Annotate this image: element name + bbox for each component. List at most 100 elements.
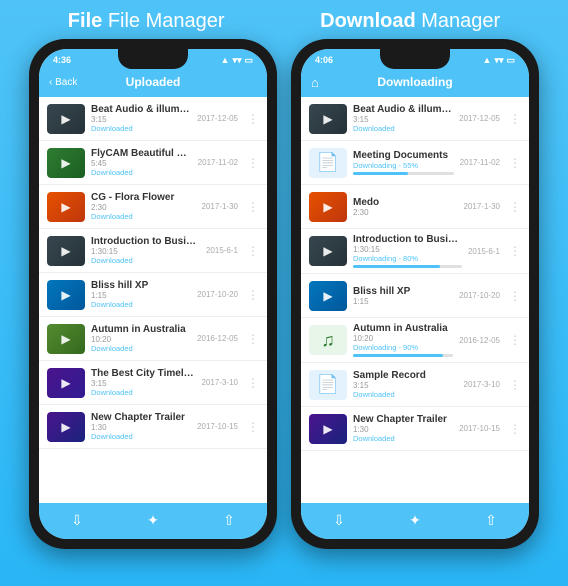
list-item[interactable]: 📄 Sample Record 3:15 Downloaded 2017-3-1…: [301, 363, 529, 407]
file-duration: 2:30: [91, 203, 196, 212]
file-meta-right: 2017-3-10: [202, 378, 238, 387]
dots-menu[interactable]: ⋮: [247, 112, 259, 126]
file-duration: 1:15: [353, 297, 453, 306]
wifi-icon-left: ▾▾: [232, 55, 241, 66]
list-item[interactable]: ▶ FlyCAM Beautiful Lake 5:45 Downloaded …: [39, 141, 267, 185]
list-item[interactable]: ▶ New Chapter Trailer 1:30 Downloaded 20…: [301, 407, 529, 451]
thumb-trailer-right: ▶: [309, 414, 347, 444]
file-duration: 1:30:15: [353, 245, 462, 254]
dots-menu[interactable]: ⋮: [247, 288, 259, 302]
file-duration: 3:15: [353, 115, 453, 124]
dots-menu[interactable]: ⋮: [509, 112, 521, 126]
list-item[interactable]: 📄 Meeting Documents Downloading - 55% 20…: [301, 141, 529, 185]
file-meta-right: 2017-11-02: [460, 158, 500, 167]
file-info: CG - Flora Flower 2:30 Downloaded: [91, 192, 196, 221]
list-item[interactable]: ▶ Introduction to Business 101 1:30:15 D…: [39, 229, 267, 273]
list-item[interactable]: ♫ Autumn in Australia 10:20 Downloading …: [301, 318, 529, 363]
list-item[interactable]: ▶ New Chapter Trailer 1:30 Downloaded 20…: [39, 405, 267, 449]
file-list-right: ▶ Beat Audio & illumination 3:15 Downloa…: [301, 97, 529, 503]
list-item[interactable]: ▶ Autumn in Australia 10:20 Downloaded 2…: [39, 317, 267, 361]
header-row: File File Manager Download Manager: [0, 0, 568, 39]
file-name: Introduction to Business 101: [91, 236, 200, 247]
thumb-beat-right: ▶: [309, 104, 347, 134]
tab-upload-icon[interactable]: ⇧: [223, 512, 235, 529]
play-icon: ▶: [323, 289, 332, 303]
list-item[interactable]: ▶ Introduction to Business 101 1:30:15 D…: [301, 229, 529, 274]
file-meta-right: 2017-10-15: [459, 424, 500, 433]
file-meta-right: 2017-1-30: [202, 202, 238, 211]
file-list-left: ▶ Beat Audio & illumination 3:15 Downloa…: [39, 97, 267, 503]
play-icon: ▶: [61, 376, 70, 390]
signal-icon-right: ▲: [483, 55, 492, 65]
file-meta-right: 2016-12-05: [197, 334, 238, 343]
list-item[interactable]: ▶ Medo 2:30 2017-1-30 ⋮: [301, 185, 529, 229]
file-info: FlyCAM Beautiful Lake 5:45 Downloaded: [91, 148, 192, 177]
tab-share-icon-right[interactable]: ✦: [409, 512, 421, 529]
file-status: Downloaded: [353, 434, 453, 443]
file-duration: 10:20: [91, 335, 191, 344]
file-duration: 2:30: [353, 208, 458, 217]
time-left: 4:36: [53, 55, 71, 65]
tab-download-icon[interactable]: ⇩: [71, 512, 83, 529]
progress-bar-biz: [353, 265, 462, 268]
file-duration: 5:45: [91, 159, 192, 168]
file-info: Medo 2:30: [353, 197, 458, 217]
dots-menu[interactable]: ⋮: [509, 422, 521, 436]
time-right: 4:06: [315, 55, 333, 65]
music-icon: ♫: [321, 330, 335, 351]
tab-download-icon-right[interactable]: ⇩: [333, 512, 345, 529]
dots-menu[interactable]: ⋮: [509, 156, 521, 170]
list-item[interactable]: ▶ Beat Audio & illumination 3:15 Downloa…: [301, 97, 529, 141]
dots-menu[interactable]: ⋮: [247, 332, 259, 346]
list-item[interactable]: ▶ The Best City Timelapse 3:15 Downloade…: [39, 361, 267, 405]
file-name: FlyCAM Beautiful Lake: [91, 148, 192, 159]
file-info: Bliss hill XP 1:15 Downloaded: [91, 280, 191, 309]
file-name: CG - Flora Flower: [91, 192, 196, 203]
file-status-downloading: Downloading - 80%: [353, 254, 462, 263]
list-item[interactable]: ▶ CG - Flora Flower 2:30 Downloaded 2017…: [39, 185, 267, 229]
signal-icon-left: ▲: [221, 55, 230, 65]
file-status: Downloaded: [91, 212, 196, 221]
list-item[interactable]: ▶ Bliss hill XP 1:15 2017-10-20 ⋮: [301, 274, 529, 318]
phone-screen-left: 4:36 ▲ ▾▾ ▭ ‹ Back Uploaded ▶ Beat Audio…: [39, 49, 267, 539]
progress-bar-autumn: [353, 354, 453, 357]
file-info: Bliss hill XP 1:15: [353, 286, 453, 306]
play-icon: ▶: [323, 200, 332, 214]
dots-menu[interactable]: ⋮: [247, 200, 259, 214]
nav-bar-right: ⌂ Downloading: [301, 69, 529, 97]
file-date: 2017-3-10: [202, 378, 238, 387]
home-button[interactable]: ⌂: [311, 75, 319, 90]
file-date: 2017-1-30: [464, 202, 500, 211]
dots-menu[interactable]: ⋮: [509, 289, 521, 303]
tab-share-icon[interactable]: ✦: [147, 512, 159, 529]
play-icon: ▶: [323, 112, 332, 126]
dots-menu[interactable]: ⋮: [509, 333, 521, 347]
file-name: New Chapter Trailer: [353, 414, 453, 425]
file-meta-right: 2015-6-1: [206, 246, 238, 255]
list-item[interactable]: ▶ Beat Audio & illumination 3:15 Downloa…: [39, 97, 267, 141]
thumb-city: ▶: [47, 368, 85, 398]
dots-menu[interactable]: ⋮: [509, 378, 521, 392]
play-icon: ▶: [61, 156, 70, 170]
file-meta-right: 2017-1-30: [464, 202, 500, 211]
play-icon: ▶: [61, 200, 70, 214]
thumb-beat-left: ▶: [47, 104, 85, 134]
dots-menu[interactable]: ⋮: [247, 420, 259, 434]
file-duration: 1:15: [91, 291, 191, 300]
file-date: 2015-6-1: [468, 247, 500, 256]
dots-menu[interactable]: ⋮: [247, 156, 259, 170]
back-button[interactable]: ‹ Back: [49, 77, 77, 88]
tab-upload-icon-right[interactable]: ⇧: [485, 512, 497, 529]
nav-bar-left: ‹ Back Uploaded: [39, 69, 267, 97]
dots-menu[interactable]: ⋮: [247, 244, 259, 258]
file-duration: 1:30:15: [91, 247, 200, 256]
dots-menu[interactable]: ⋮: [509, 200, 521, 214]
nav-title-left: Uploaded: [126, 75, 181, 89]
dots-menu[interactable]: ⋮: [509, 244, 521, 258]
file-name: Bliss hill XP: [91, 280, 191, 291]
dots-menu[interactable]: ⋮: [247, 376, 259, 390]
file-meta-right: 2017-10-20: [197, 290, 238, 299]
list-item[interactable]: ▶ Bliss hill XP 1:15 Downloaded 2017-10-…: [39, 273, 267, 317]
wifi-icon-right: ▾▾: [494, 55, 503, 66]
phone-notch-left: [118, 49, 188, 69]
